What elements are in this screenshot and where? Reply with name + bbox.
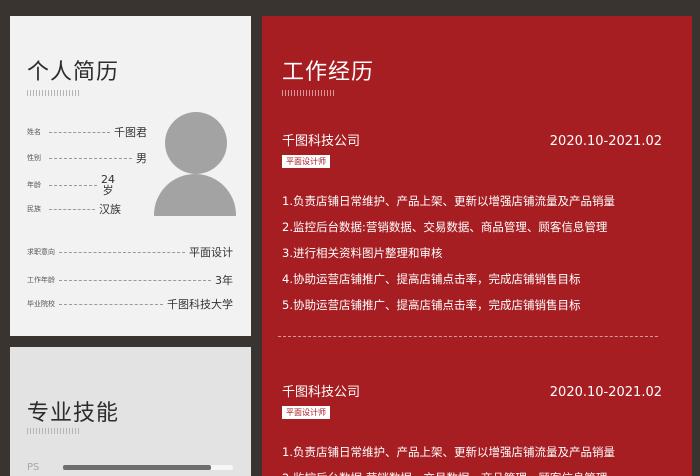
- info-label: 性别: [27, 154, 41, 162]
- avatar-body: [154, 174, 236, 216]
- duty-item: 1.负责店铺日常维护、产品上架、更新以增强店铺流量及产品销量: [282, 445, 615, 459]
- profile-title: 个人简历: [27, 60, 120, 85]
- skill-level-bar: [63, 465, 211, 470]
- avatar-head: [165, 112, 227, 174]
- job-entry: 千图科技公司 2020.10-2021.02 平面设计师 1.负责店铺日常维护、…: [282, 130, 662, 318]
- duty-item: 4.协助运营店铺推广、提高店铺点击率，完成店铺销售目标: [282, 272, 581, 286]
- detail-work-years: 工作年龄 3年: [27, 272, 233, 288]
- duty-item: 2.监控后台数据:营销数据、交易数据、商品管理、顾客信息管理: [282, 220, 608, 234]
- duty-item: 5.协助运营店铺推广、提高店铺点击率，完成店铺销售目标: [282, 298, 581, 312]
- detail-value: 千图科技大学: [167, 298, 233, 311]
- skill-track: [63, 465, 233, 470]
- info-value: 男: [136, 152, 147, 165]
- job-company: 千图科技公司: [282, 134, 361, 149]
- detail-label: 工作年龄: [27, 276, 55, 284]
- info-label: 民族: [27, 205, 41, 213]
- skills-card: 专业技能 PS: [10, 347, 251, 476]
- work-title: 工作经历: [282, 60, 375, 85]
- title-hatch-decoration: [27, 90, 79, 96]
- dashed-leader: [49, 184, 97, 186]
- profile-card: 个人简历 姓名 千图君 性别 男 年龄 24 岁 民族 汉族 求职意向 平面设计…: [10, 16, 251, 336]
- detail-label: 求职意向: [27, 248, 55, 256]
- skill-item: PS: [27, 462, 233, 473]
- duty-item: 3.进行相关资料图片整理和审核: [282, 246, 443, 260]
- job-separator: [278, 336, 658, 337]
- info-name: 姓名 千图君: [27, 124, 147, 140]
- info-value: 24 岁: [101, 173, 115, 197]
- dashed-leader: [49, 208, 95, 210]
- info-age: 年龄 24 岁: [27, 174, 115, 196]
- title-hatch-decoration: [27, 428, 79, 434]
- title-hatch-decoration: [282, 90, 334, 96]
- job-date: 2020.10-2021.02: [549, 134, 662, 149]
- dashed-leader: [49, 131, 110, 133]
- job-company: 千图科技公司: [282, 385, 361, 400]
- job-role-tag: 平面设计师: [282, 155, 330, 168]
- dashed-leader: [59, 303, 163, 305]
- work-experience-card: 工作经历 千图科技公司 2020.10-2021.02 平面设计师 1.负责店铺…: [262, 16, 692, 476]
- dashed-leader: [59, 279, 211, 281]
- detail-school: 毕业院校 千图科技大学: [27, 296, 233, 312]
- job-role-tag: 平面设计师: [282, 406, 330, 419]
- info-ethnicity: 民族 汉族: [27, 201, 121, 217]
- dashed-leader: [59, 251, 185, 253]
- dashed-leader: [49, 157, 132, 159]
- job-entry: 千图科技公司 2020.10-2021.02 平面设计师 1.负责店铺日常维护、…: [282, 381, 662, 476]
- info-label: 姓名: [27, 128, 41, 136]
- detail-job-intent: 求职意向 平面设计: [27, 244, 233, 260]
- duty-item: 1.负责店铺日常维护、产品上架、更新以增强店铺流量及产品销量: [282, 194, 615, 208]
- skills-title: 专业技能: [27, 401, 120, 426]
- detail-label: 毕业院校: [27, 300, 55, 308]
- info-value: 千图君: [114, 126, 147, 139]
- skill-name: PS: [27, 462, 40, 473]
- info-value: 汉族: [99, 203, 121, 216]
- info-gender: 性别 男: [27, 150, 147, 166]
- job-duties: 1.负责店铺日常维护、产品上架、更新以增强店铺流量及产品销量 2.监控后台数据:…: [282, 188, 662, 318]
- job-duties: 1.负责店铺日常维护、产品上架、更新以增强店铺流量及产品销量 2.监控后台数据:…: [282, 439, 662, 476]
- job-date: 2020.10-2021.02: [549, 385, 662, 400]
- detail-value: 平面设计: [189, 246, 233, 259]
- detail-value: 3年: [215, 274, 233, 287]
- duty-item: 2.监控后台数据:营销数据、交易数据、商品管理、顾客信息管理: [282, 465, 662, 476]
- info-label: 年龄: [27, 181, 41, 189]
